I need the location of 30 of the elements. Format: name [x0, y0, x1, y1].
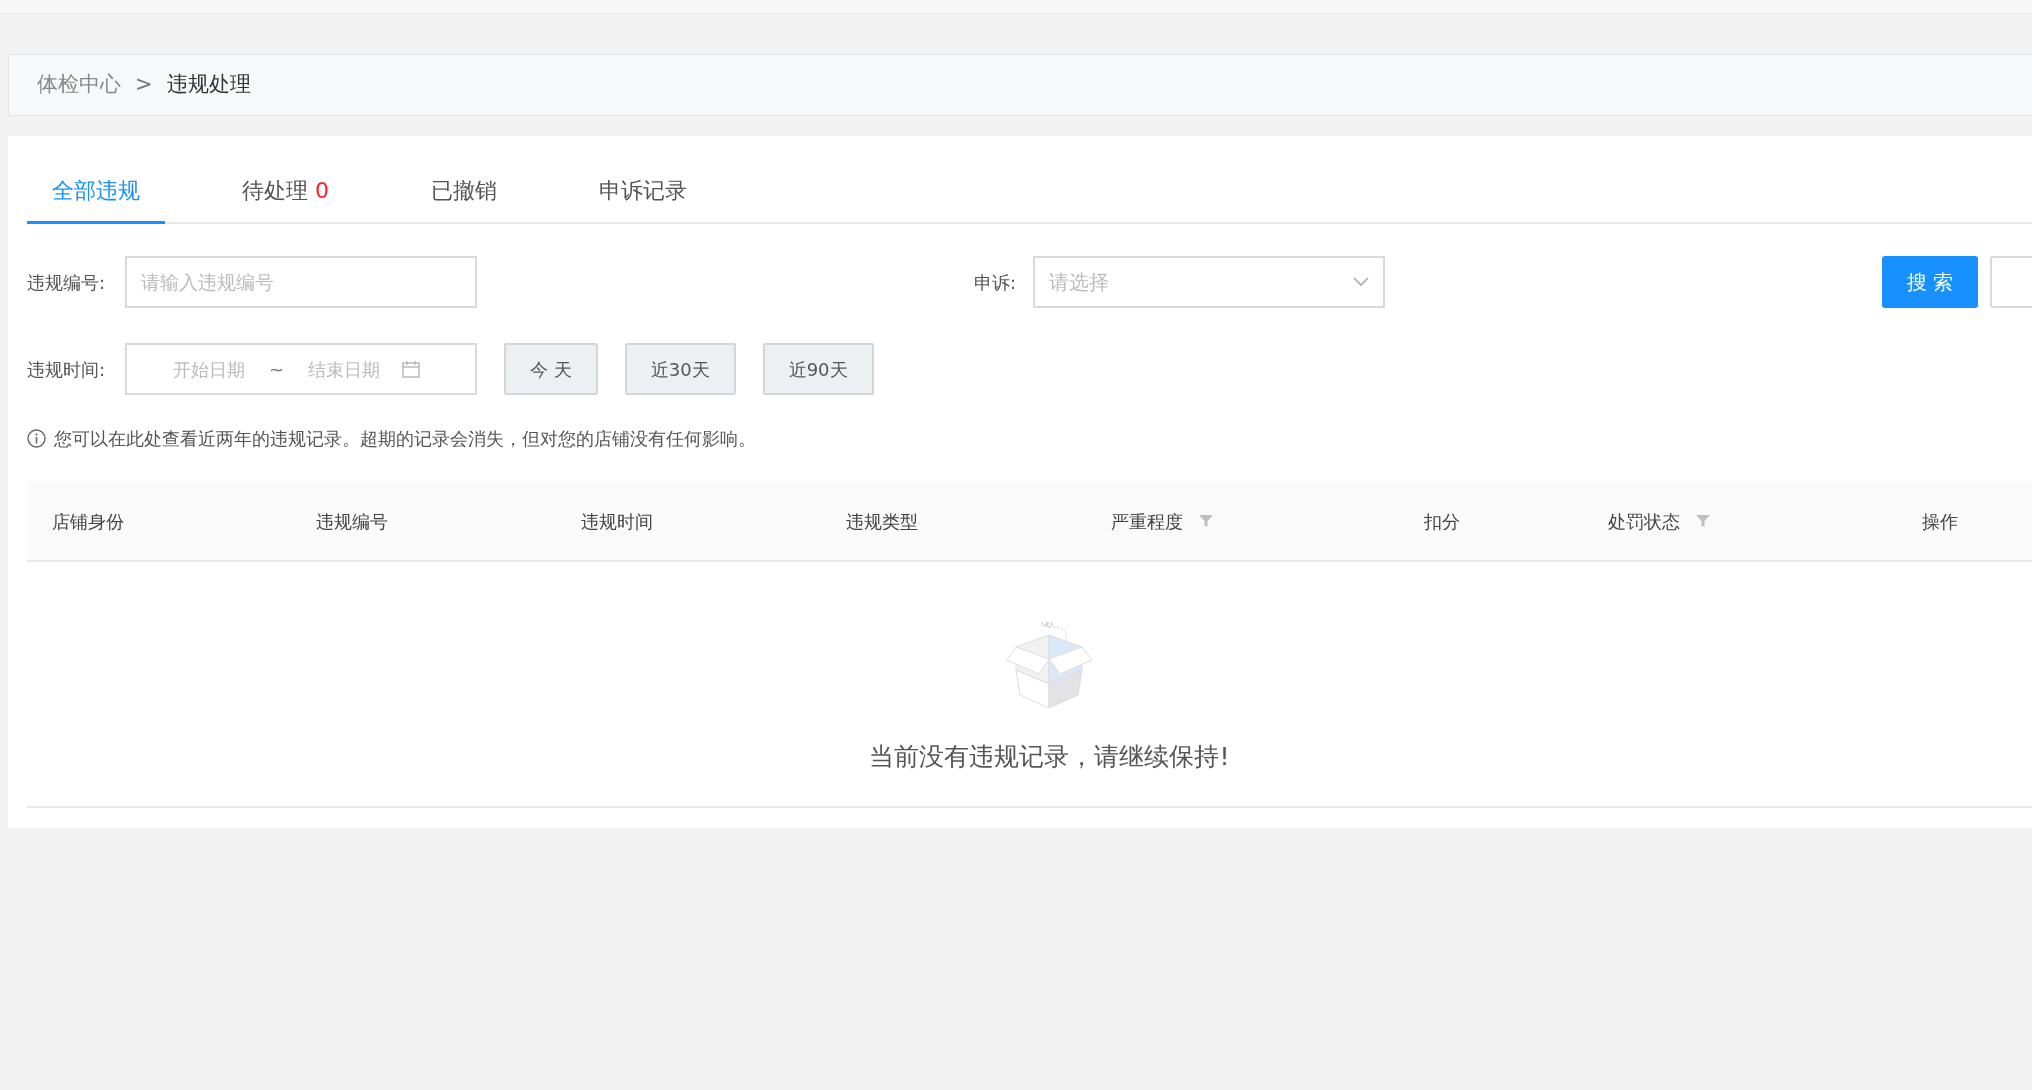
breadcrumb-item[interactable]: 体检中心 — [37, 69, 121, 101]
date-range-field[interactable]: 开始日期 ~ 结束日期 — [125, 343, 477, 395]
field-label: 申诉: — [974, 270, 1018, 295]
date-range-button[interactable]: 近90天 — [762, 343, 874, 395]
column-header: 处罚状态 — [1608, 509, 1680, 534]
date-range-button[interactable]: 今 天 — [504, 343, 598, 395]
column-header: 扣分 — [1424, 509, 1460, 534]
field-label: 违规编号: — [27, 270, 107, 295]
column-header: 违规编号 — [316, 509, 388, 534]
breadcrumb-item: 违规处理 — [166, 71, 251, 99]
filter-icon[interactable] — [1696, 514, 1710, 528]
chevron-down-icon — [1353, 277, 1369, 287]
tab[interactable]: 待处理 0 — [217, 174, 354, 224]
info-icon — [27, 429, 46, 448]
breadcrumb-separator: > — [135, 71, 153, 99]
field-label: 违规时间: — [27, 357, 107, 382]
filter-icon[interactable] — [1199, 514, 1213, 528]
clear-button[interactable] — [1990, 256, 2032, 308]
column-header: 操作 — [1922, 509, 1958, 534]
date-range-button[interactable]: 近30天 — [624, 343, 736, 395]
calendar-icon — [402, 360, 421, 378]
column-header: 严重程度 — [1111, 509, 1183, 534]
tab[interactable]: 已撤销 — [406, 174, 522, 224]
tab[interactable]: 申诉记录 — [574, 174, 712, 224]
empty-message: 当前没有违规记录，请继续保持! — [869, 741, 1230, 773]
column-header: 店铺身份 — [52, 509, 124, 534]
notice-text: 您可以在此处查看近两年的违规记录。超期的记录会消失，但对您的店铺没有任何影响。 — [54, 427, 756, 451]
column-header: 违规时间 — [581, 509, 653, 534]
column-header: 违规类型 — [846, 509, 918, 534]
violation-number-field[interactable]: 请输入违规编号 — [125, 256, 477, 308]
